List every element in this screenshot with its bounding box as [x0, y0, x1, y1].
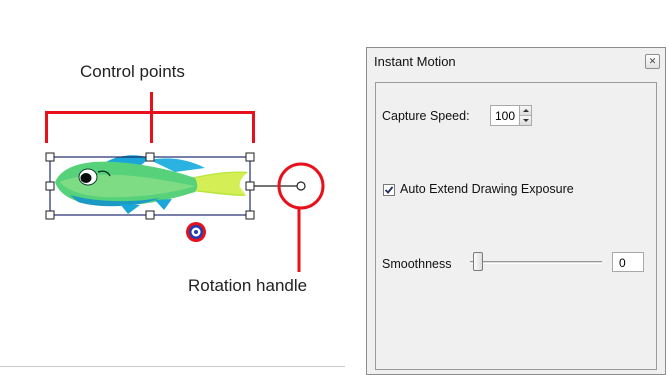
control-point-middle-left[interactable] — [45, 181, 55, 191]
auto-extend-checkbox[interactable] — [383, 184, 395, 196]
smoothness-slider-track[interactable] — [470, 261, 602, 264]
smoothness-value-field[interactable]: 0 — [612, 252, 644, 272]
capture-speed-label: Capture Speed: — [382, 109, 470, 123]
control-point-bottom-left[interactable] — [45, 210, 55, 220]
checkmark-icon — [384, 186, 394, 194]
smoothness-slider-thumb[interactable] — [473, 252, 483, 271]
capture-speed-spinbox[interactable]: 100 — [490, 105, 532, 126]
control-point-top-center[interactable] — [145, 152, 155, 162]
control-point-bottom-center[interactable] — [145, 210, 155, 220]
spin-up-arrow-icon[interactable] — [520, 106, 531, 116]
fish-drawing — [55, 155, 248, 214]
rotation-handle[interactable] — [296, 181, 306, 191]
fish-illustration — [45, 152, 325, 272]
divider-line — [0, 366, 345, 367]
pivot-point[interactable] — [186, 222, 206, 242]
control-point-top-right[interactable] — [245, 152, 255, 162]
smoothness-value[interactable]: 0 — [619, 256, 626, 270]
auto-extend-label[interactable]: Auto Extend Drawing Exposure — [400, 182, 574, 196]
control-point-bottom-right[interactable] — [245, 210, 255, 220]
close-icon[interactable]: ✕ — [645, 54, 660, 69]
panel-title: Instant Motion — [374, 54, 456, 69]
instant-motion-panel: Instant Motion ✕ Capture Speed: 100 Auto… — [366, 47, 666, 375]
capture-speed-value[interactable]: 100 — [495, 109, 515, 123]
capture-speed-stepper[interactable] — [519, 106, 531, 125]
control-point-top-left[interactable] — [45, 152, 55, 162]
smoothness-label: Smoothness — [382, 257, 452, 271]
spin-down-arrow-icon[interactable] — [520, 116, 531, 125]
control-point-middle-right[interactable] — [245, 181, 255, 191]
rotation-handle-label: Rotation handle — [188, 276, 308, 295]
